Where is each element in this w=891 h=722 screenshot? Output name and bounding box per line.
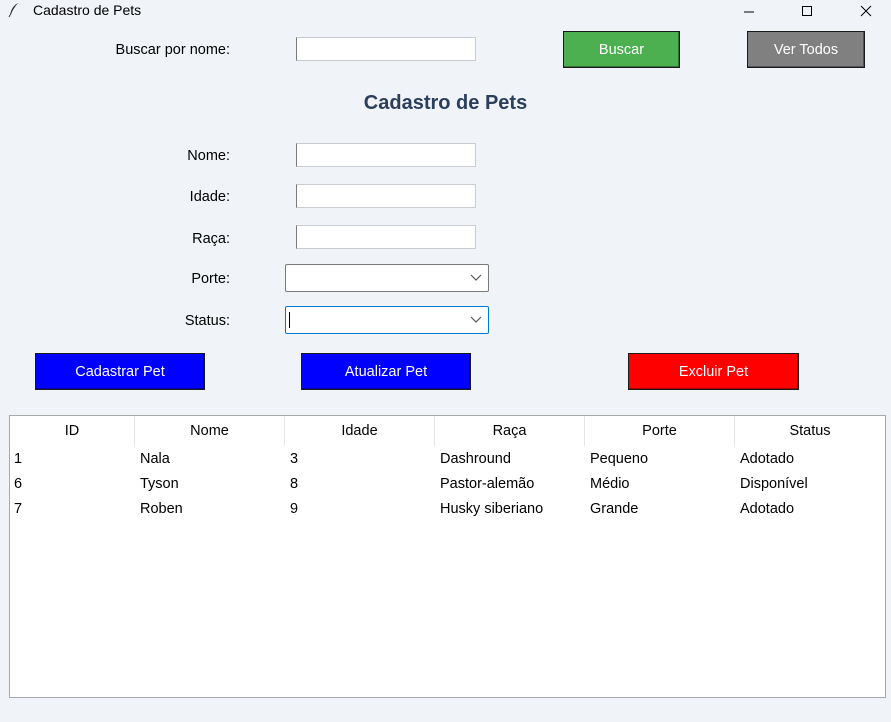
table-row[interactable]: 7 Roben 9 Husky siberiano Grande Adotado xyxy=(10,497,885,522)
cell-id: 6 xyxy=(14,476,23,492)
idade-field[interactable] xyxy=(296,184,476,208)
idade-label: Idade: xyxy=(189,189,230,205)
porte-select[interactable] xyxy=(285,264,489,292)
page-title: Cadastro de Pets xyxy=(363,92,528,114)
status-select[interactable] xyxy=(285,306,489,334)
status-label: Status: xyxy=(184,313,230,329)
column-header-nome[interactable]: Nome xyxy=(135,416,285,446)
search-input[interactable] xyxy=(296,37,476,61)
minimize-icon xyxy=(744,11,754,13)
window-title: Cadastro de Pets xyxy=(33,2,142,18)
close-button[interactable] xyxy=(843,0,889,22)
column-header-porte[interactable]: Porte xyxy=(585,416,735,446)
table-row[interactable]: 6 Tyson 8 Pastor-alemão Médio Disponível xyxy=(10,472,885,497)
title-bar: Cadastro de Pets xyxy=(0,0,891,22)
pets-table[interactable]: ID Nome Idade Raça Porte Status 1 Nala 3… xyxy=(9,415,886,698)
close-icon xyxy=(860,5,872,17)
nome-field[interactable] xyxy=(296,143,476,167)
raca-field[interactable] xyxy=(296,225,476,249)
cell-status: Adotado xyxy=(740,501,795,517)
column-header-raca[interactable]: Raça xyxy=(435,416,585,446)
porte-label: Porte: xyxy=(191,271,230,287)
maximize-button[interactable] xyxy=(784,0,830,22)
view-all-button[interactable]: Ver Todos xyxy=(747,31,865,68)
column-header-idade[interactable]: Idade xyxy=(285,416,435,446)
column-header-status[interactable]: Status xyxy=(735,416,885,446)
cell-nome: Roben xyxy=(140,501,183,517)
cell-raca: Husky siberiano xyxy=(440,501,544,517)
search-label: Buscar por nome: xyxy=(115,42,230,58)
cell-nome: Nala xyxy=(140,451,170,467)
cell-id: 1 xyxy=(14,451,23,467)
minimize-button[interactable] xyxy=(726,0,772,22)
cell-idade: 9 xyxy=(290,501,299,517)
cell-porte: Pequeno xyxy=(590,451,649,467)
cell-idade: 3 xyxy=(290,451,299,467)
cell-nome: Tyson xyxy=(140,476,179,492)
text-caret xyxy=(289,312,290,328)
feather-icon xyxy=(6,2,22,18)
delete-pet-button[interactable]: Excluir Pet xyxy=(628,353,799,390)
cell-porte: Grande xyxy=(590,501,639,517)
chevron-down-icon xyxy=(470,316,482,323)
column-header-id[interactable]: ID xyxy=(10,416,135,446)
cell-raca: Dashround xyxy=(440,451,511,467)
table-row[interactable]: 1 Nala 3 Dashround Pequeno Adotado xyxy=(10,447,885,472)
table-header: ID Nome Idade Raça Porte Status xyxy=(10,416,885,446)
update-pet-button[interactable]: Atualizar Pet xyxy=(301,353,471,390)
cell-status: Adotado xyxy=(740,451,795,467)
nome-label: Nome: xyxy=(187,148,230,164)
cell-raca: Pastor-alemão xyxy=(440,476,535,492)
maximize-icon xyxy=(802,6,812,16)
raca-label: Raça: xyxy=(192,231,230,247)
cell-status: Disponível xyxy=(740,476,808,492)
cell-idade: 8 xyxy=(290,476,299,492)
search-button[interactable]: Buscar xyxy=(563,31,680,68)
add-pet-button[interactable]: Cadastrar Pet xyxy=(35,353,205,390)
cell-porte: Médio xyxy=(590,476,630,492)
cell-id: 7 xyxy=(14,501,23,517)
chevron-down-icon xyxy=(470,274,482,281)
